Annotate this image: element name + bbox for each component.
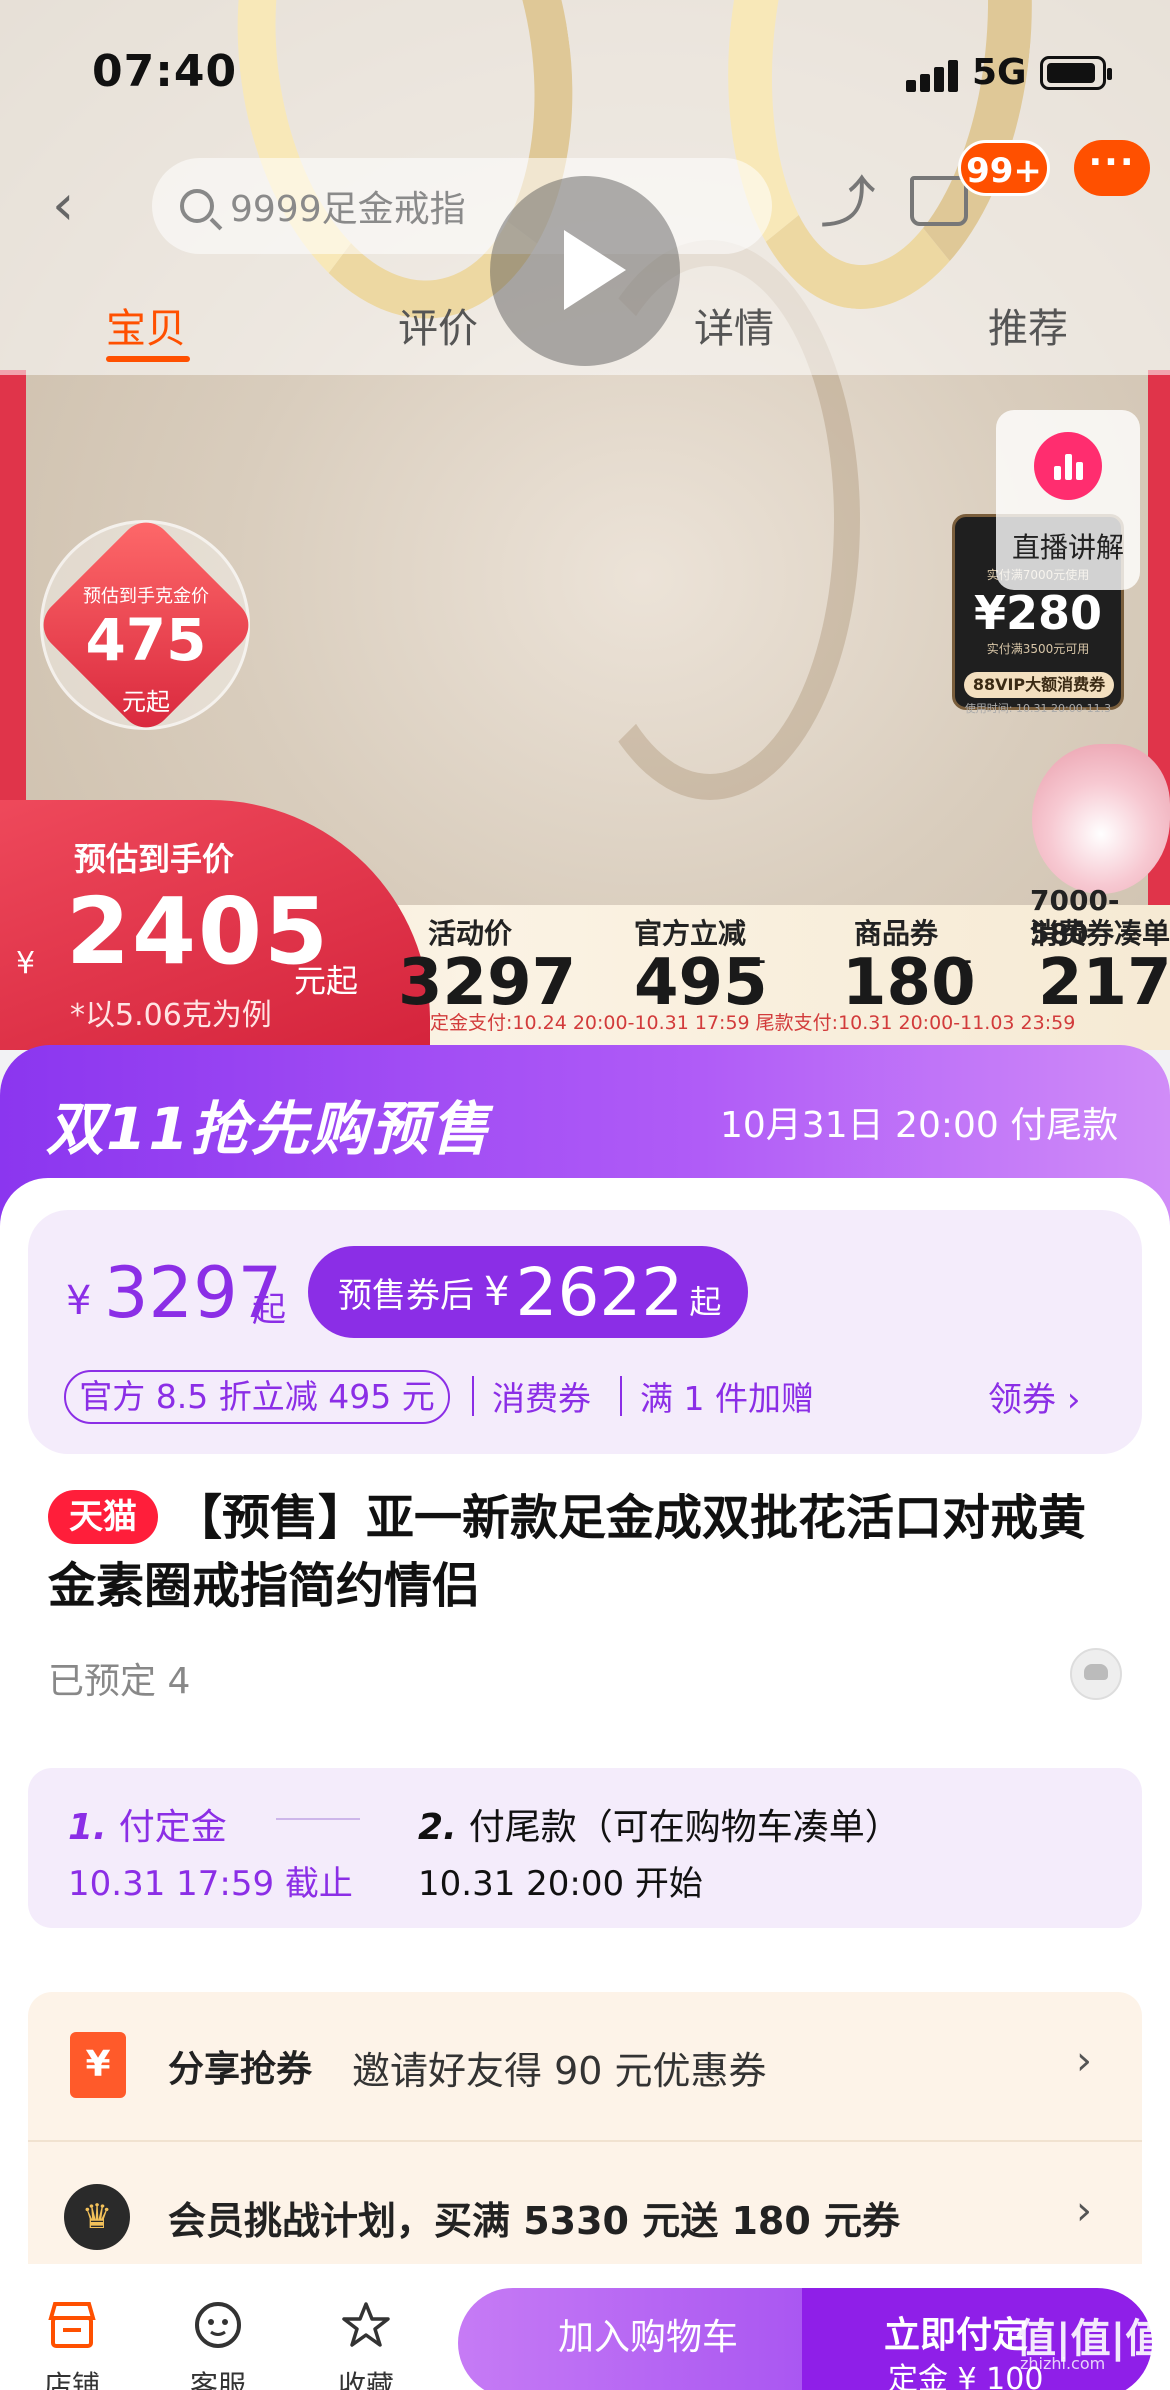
step-deposit-time: 10.31 17:59 截止: [68, 1864, 353, 1904]
signal-icon: [906, 58, 960, 92]
nav-store[interactable]: 店铺: [22, 2300, 122, 2390]
network-label: 5G: [972, 52, 1027, 93]
step-label: 付尾款（可在购物车凑单）: [468, 1807, 901, 1848]
cart-icon[interactable]: [910, 176, 968, 226]
tag-separator: [472, 1376, 474, 1416]
coupon-ticket-icon: ¥: [70, 2032, 126, 2098]
nav-customer-service-label: 客服: [189, 2369, 246, 2390]
minus-sign: -: [540, 940, 553, 980]
step-balance: 2. 付尾款（可在购物车凑单）: [418, 1798, 901, 1850]
step-number: 1.: [68, 1807, 107, 1848]
voucher-condition-2: 实付满3500元可用: [986, 642, 1090, 656]
coupon-price-pill: 预售券后 ¥ 2622 起: [308, 1246, 748, 1338]
avatar[interactable]: [1070, 1648, 1122, 1700]
tab-item[interactable]: 宝贝: [106, 296, 186, 354]
step-number: 2.: [418, 1807, 457, 1848]
gold-price-suffix: 元起: [122, 688, 170, 716]
get-coupon-label: 领券: [988, 1380, 1056, 1420]
minus-sign: -: [754, 940, 767, 980]
tag-separator: [620, 1376, 622, 1416]
chevron-right-icon: ›: [1066, 1380, 1081, 1420]
minus-sign: -: [960, 940, 973, 980]
price-suffix: 起: [252, 1290, 286, 1330]
live-bars-icon: [1034, 432, 1102, 500]
chat-face-icon: [195, 2302, 241, 2348]
pay-deposit-label: 立即付定: [884, 2315, 1029, 2356]
nav-favorite[interactable]: 收藏: [316, 2300, 416, 2390]
live-explain-label: 直播讲解: [1011, 531, 1124, 564]
tab-recommend[interactable]: 推荐: [988, 296, 1068, 354]
back-arrow-icon[interactable]: ‹: [52, 178, 74, 234]
nav-customer-service[interactable]: 客服: [168, 2300, 268, 2390]
booked-count: 已预定 4: [48, 1661, 191, 1702]
promo-title: 双11抢先购预售: [46, 1095, 491, 1163]
active-tab-indicator: [106, 356, 190, 362]
coupon-price-currency: ¥: [484, 1269, 510, 1315]
gold-price-value: 475: [85, 606, 207, 674]
get-coupon-link[interactable]: 领券 ›: [988, 1372, 1080, 1421]
voucher-value: ¥280: [973, 586, 1103, 640]
chevron-right-icon: ›: [1076, 2188, 1092, 2234]
star-icon: [342, 2302, 390, 2347]
search-placeholder: 9999足金戒指: [230, 189, 466, 230]
step-balance-time: 10.31 20:00 开始: [418, 1864, 703, 1904]
product-title: 【预售】亚一新款足金成双批花活口对戒黄金素圈戒指简约情侣: [48, 1490, 1087, 1614]
estimate-suffix: 元起: [294, 962, 359, 1000]
battery-icon: [1040, 56, 1112, 90]
tmall-badge: 天猫: [48, 1490, 158, 1544]
discount-tag[interactable]: 官方 8.5 折立减 495 元: [64, 1370, 450, 1424]
search-icon: [180, 189, 214, 223]
coupon-price-suffix: 起: [689, 1283, 722, 1321]
share-coupon-desc: 邀请好友得 90 元优惠券: [352, 2049, 767, 2093]
voucher-time: 使用时间: 10.31 20:00-11.3: [964, 702, 1112, 715]
estimate-currency: ¥: [16, 946, 36, 981]
tab-reviews[interactable]: 评价: [398, 296, 478, 354]
status-time: 07:40: [92, 46, 238, 97]
gold-price-label: 预估到手克金价: [83, 586, 209, 607]
nav-store-label: 店铺: [43, 2369, 100, 2390]
product-image-area[interactable]: 预估到手克金价 475 元起 实付满7000元使用 ¥280 实付满3500元可…: [0, 0, 1170, 1050]
step-connector: [276, 1818, 360, 1820]
watermark-url: zhizhi.com: [1020, 2354, 1106, 2373]
coupon-price-label: 预售券后: [338, 1275, 474, 1316]
price-currency: ¥: [66, 1278, 92, 1324]
play-video-button[interactable]: [490, 176, 680, 366]
share-icon[interactable]: ⤴: [820, 176, 876, 232]
promo-subtitle: 10月31日 20:00 付尾款: [720, 1105, 1119, 1146]
estimate-note: *以5.06克为例: [70, 998, 272, 1033]
flower-decoration: [1032, 744, 1170, 894]
tab-details[interactable]: 详情: [694, 296, 774, 354]
estimate-value: 2405: [66, 878, 331, 985]
voucher-tag: 88VIP大额消费券: [964, 672, 1114, 698]
more-menu-button[interactable]: ···: [1074, 140, 1150, 196]
coupon-price-value: 2622: [515, 1253, 684, 1331]
cart-badge[interactable]: 99+: [958, 140, 1050, 196]
estimate-label: 预估到手价: [74, 840, 235, 878]
gift-tag[interactable]: 满 1 件加赠: [640, 1372, 814, 1420]
nav-favorite-label: 收藏: [337, 2369, 394, 2390]
payment-schedule: 定金支付:10.24 20:00-10.31 17:59 尾款支付:10.31 …: [430, 1012, 1076, 1034]
step-label: 付定金: [118, 1807, 227, 1848]
crown-icon: ♛: [64, 2184, 130, 2250]
member-challenge-title: 会员挑战计划，买满 5330 元送 180 元券: [168, 2199, 901, 2243]
share-coupon-title: 分享抢券: [168, 2049, 313, 2090]
add-to-cart-button[interactable]: 加入购物车: [458, 2288, 838, 2390]
consumer-coupon-tag[interactable]: 消费券: [492, 1372, 591, 1420]
store-icon: [48, 2302, 96, 2348]
step-deposit: 1. 付定金: [68, 1798, 227, 1850]
chevron-right-icon: ›: [1076, 2038, 1092, 2084]
search-bar[interactable]: 9999足金戒指: [152, 158, 772, 254]
